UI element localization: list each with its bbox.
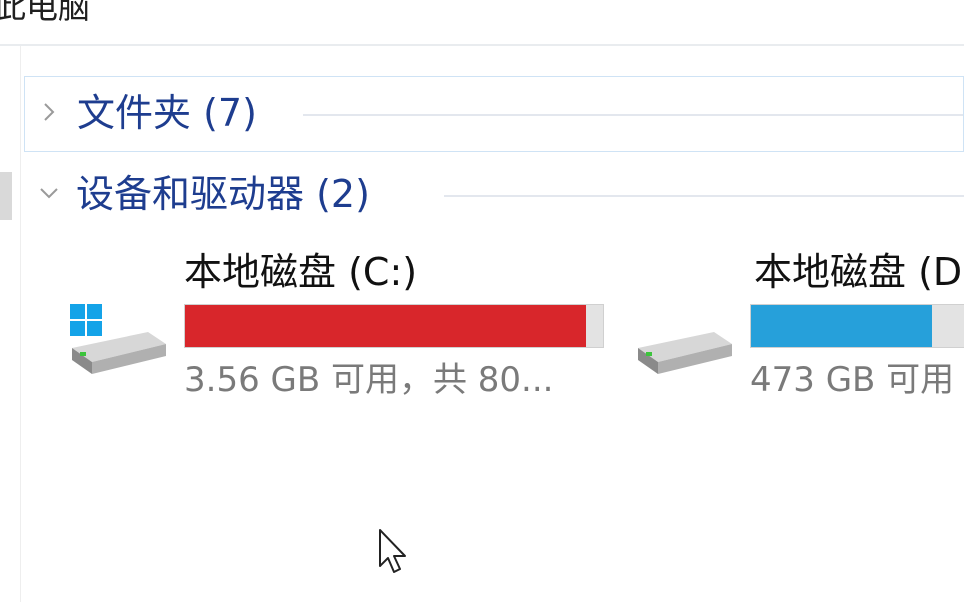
drive-d[interactable]: 本地磁盘 (D 473 GB 可用 (634, 248, 964, 408)
chevron-right-icon[interactable] (39, 97, 61, 127)
windows-drive-icon (64, 304, 168, 374)
group-title-devices: 设备和驱动器 (2) (76, 172, 370, 216)
drive-d-usage-bar (750, 304, 964, 348)
drive-c-usage-fill (185, 305, 587, 347)
group-title-folders: 文件夹 (7) (77, 91, 257, 135)
chevron-down-icon[interactable] (38, 178, 60, 208)
drive-icon (634, 304, 738, 374)
cursor-arrow-icon (378, 528, 408, 576)
drive-d-free-space: 473 GB 可用 (750, 360, 955, 400)
header-divider (0, 44, 964, 46)
group-divider (444, 195, 964, 197)
this-pc-window: 此电脑 文件夹 (7) 设备和驱动器 (2) 本地磁盘 (C:) 3.56 GB… (0, 0, 964, 602)
content-left-border (20, 46, 21, 602)
group-devices-and-drives[interactable]: 设备和驱动器 (2) (24, 158, 964, 234)
group-folders[interactable]: 文件夹 (7) (24, 76, 964, 152)
drive-d-usage-fill (751, 305, 933, 347)
drive-c-name: 本地磁盘 (C:) (184, 250, 418, 294)
drive-c-usage-bar (184, 304, 604, 348)
group-divider (303, 114, 963, 116)
drive-c-free-space: 3.56 GB 可用，共 80... (184, 360, 554, 400)
drive-d-name: 本地磁盘 (D (754, 250, 963, 294)
navigation-scroll-strip[interactable] (0, 172, 12, 220)
drive-c[interactable]: 本地磁盘 (C:) 3.56 GB 可用，共 80... (64, 248, 624, 408)
window-title: 此电脑 (0, 0, 91, 26)
